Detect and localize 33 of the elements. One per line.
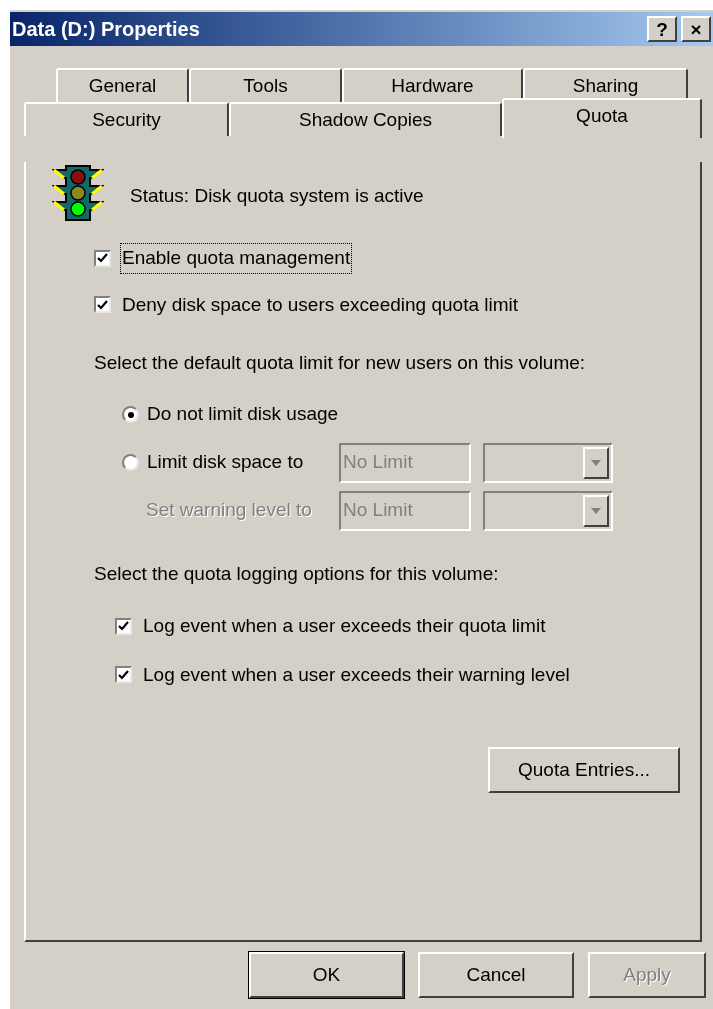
unit-dropdown[interactable] bbox=[483, 490, 613, 531]
checkbox[interactable] bbox=[115, 617, 132, 635]
traffic-light-icon bbox=[52, 162, 104, 224]
dialog-button[interactable]: Cancel bbox=[418, 952, 574, 998]
radio-label[interactable]: Limit disk space to bbox=[147, 448, 304, 477]
unit-dropdown[interactable] bbox=[483, 442, 613, 483]
limit-prompt: Select the default quota limit for new users on this volume: bbox=[94, 351, 587, 375]
checkbox-label[interactable]: Enable quota management bbox=[121, 244, 352, 273]
checkbox[interactable] bbox=[94, 296, 111, 314]
dropdown-arrow-icon bbox=[591, 459, 601, 466]
radio-button[interactable] bbox=[122, 454, 139, 471]
caption-button[interactable]: × bbox=[681, 16, 711, 42]
field-label: Set warning level to bbox=[146, 498, 312, 523]
quota-entries-button[interactable]: Quota Entries... bbox=[488, 747, 680, 793]
dialog-button[interactable]: OK bbox=[249, 952, 404, 998]
tab[interactable]: Quota bbox=[502, 98, 702, 138]
checkbox[interactable] bbox=[115, 666, 132, 684]
checkbox-label[interactable]: Log event when a user exceeds their warning level bbox=[142, 660, 571, 689]
radio-label[interactable]: Do not limit disk usage bbox=[147, 400, 339, 429]
tab[interactable]: Security bbox=[24, 102, 229, 136]
tab[interactable]: Shadow Copies bbox=[229, 102, 502, 136]
tab[interactable]: Tools bbox=[189, 68, 342, 102]
status-text: Status: Disk quota system is active bbox=[130, 183, 424, 208]
checkbox-label[interactable]: Deny disk space to users exceeding quota limit bbox=[121, 290, 520, 319]
logging-prompt: Select the quota logging options for this volume: bbox=[94, 561, 500, 586]
checkbox[interactable] bbox=[94, 249, 111, 267]
tab[interactable]: General bbox=[56, 68, 189, 102]
window-title: Data (D:) Properties bbox=[12, 17, 200, 42]
checkbox-label[interactable]: Log event when a user exceeds their quota limit bbox=[142, 612, 547, 641]
dropdown-arrow-icon bbox=[591, 507, 601, 514]
tab[interactable]: Hardware bbox=[342, 68, 523, 102]
caption-button[interactable]: ? bbox=[647, 16, 677, 42]
radio-button[interactable] bbox=[122, 406, 139, 423]
